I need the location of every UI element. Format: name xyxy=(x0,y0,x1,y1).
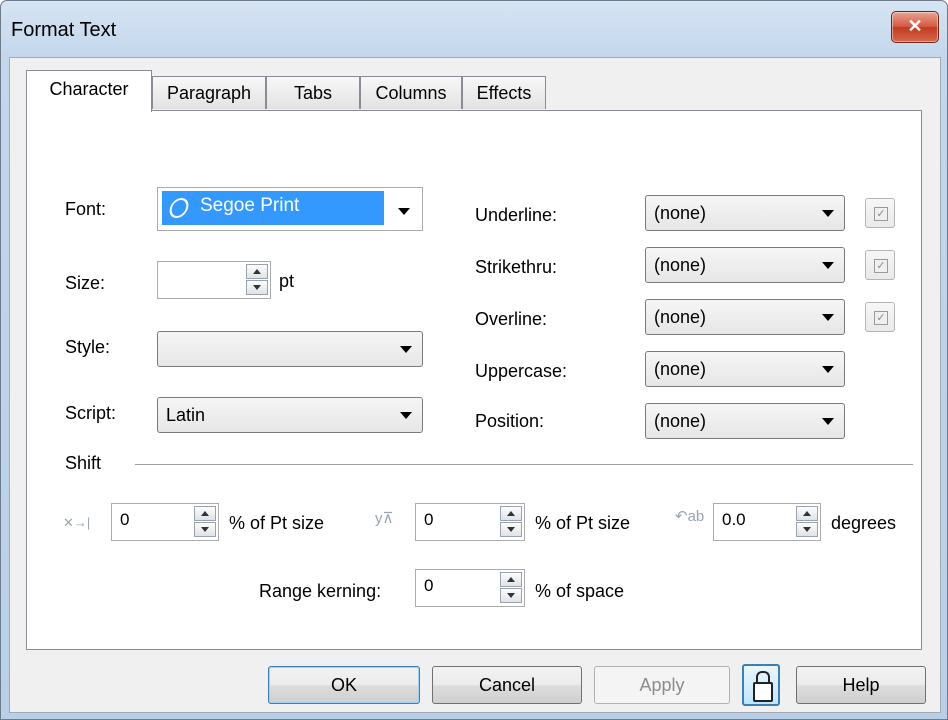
tab-effects[interactable]: Effects xyxy=(462,76,546,109)
style-label: Style: xyxy=(65,337,111,357)
apply-button[interactable]: Apply xyxy=(594,666,730,704)
rotation-stepper[interactable]: 0.0 xyxy=(713,503,821,541)
range-kerning-label: Range kerning: xyxy=(259,581,382,601)
strikethru-checkbox[interactable]: ✓ xyxy=(865,250,895,280)
range-kerning-unit: % of space xyxy=(535,581,625,601)
title-bar[interactable]: Format Text ✕ xyxy=(1,1,947,63)
shift-group-divider xyxy=(135,464,913,465)
position-select[interactable]: (none) xyxy=(645,403,845,439)
underline-checkbox[interactable]: ✓ xyxy=(865,198,895,228)
strikethru-label: Strikethru: xyxy=(475,257,558,277)
vertical-shift-unit: % of Pt size xyxy=(535,513,631,533)
overline-label: Overline: xyxy=(475,309,548,329)
uppercase-label: Uppercase: xyxy=(475,361,568,381)
ok-button[interactable]: OK xyxy=(268,666,420,704)
position-value: (none) xyxy=(654,411,707,431)
tab-label: Paragraph xyxy=(166,83,252,103)
check-icon: ✓ xyxy=(874,311,888,325)
size-unit: pt xyxy=(279,271,295,291)
tab-label: Effects xyxy=(476,83,532,103)
horizontal-shift-value: 0 xyxy=(120,510,130,529)
range-kerning-stepper[interactable]: 0 xyxy=(415,569,525,607)
spin-up-button[interactable] xyxy=(796,506,818,521)
script-value: Latin xyxy=(166,405,206,425)
vertical-shift-spin-buttons xyxy=(500,506,522,538)
chevron-down-icon xyxy=(822,314,834,321)
rotation-spin-buttons xyxy=(796,506,818,538)
range-kerning-spin-buttons xyxy=(500,572,522,604)
horizontal-shift-icon: ✕→| xyxy=(63,515,91,530)
check-icon: ✓ xyxy=(874,259,888,273)
position-label: Position: xyxy=(475,411,545,431)
font-selected-item[interactable]: Segoe Print xyxy=(162,191,384,225)
rotation-unit: degrees xyxy=(831,513,897,533)
spin-down-button[interactable] xyxy=(500,522,522,537)
chevron-down-icon[interactable] xyxy=(398,208,410,215)
script-label: Script: xyxy=(65,403,117,423)
lock-button[interactable] xyxy=(742,664,780,706)
rotation-icon: ↶ab xyxy=(675,508,705,525)
size-label: Size: xyxy=(65,273,106,293)
chevron-down-icon xyxy=(400,346,412,353)
dialog-body: Character Paragraph Tabs Columns Effects… xyxy=(9,57,941,713)
font-list[interactable]: Segoe Print xyxy=(157,187,423,231)
close-button[interactable]: ✕ xyxy=(891,11,939,43)
vertical-shift-value: 0 xyxy=(424,510,434,529)
overline-select[interactable]: (none) xyxy=(645,299,845,335)
check-icon: ✓ xyxy=(874,207,888,221)
horizontal-shift-stepper[interactable]: 0 xyxy=(111,503,219,541)
script-select[interactable]: Latin xyxy=(157,397,423,433)
tab-label: Character xyxy=(49,79,129,99)
close-icon: ✕ xyxy=(907,16,923,36)
spin-down-button[interactable] xyxy=(246,280,268,295)
chevron-down-icon xyxy=(822,262,834,269)
underline-select[interactable]: (none) xyxy=(645,195,845,231)
tab-tabs[interactable]: Tabs xyxy=(266,76,360,109)
vertical-shift-icon: y⊼ xyxy=(375,510,394,527)
underline-label: Underline: xyxy=(475,205,558,225)
spin-down-button[interactable] xyxy=(194,522,216,537)
chevron-down-icon xyxy=(400,412,412,419)
style-select[interactable] xyxy=(157,331,423,367)
spin-down-button[interactable] xyxy=(796,522,818,537)
tab-label: Tabs xyxy=(293,83,333,103)
uppercase-select[interactable]: (none) xyxy=(645,351,845,387)
dialog-title: Format Text xyxy=(11,19,117,41)
spin-up-button[interactable] xyxy=(246,264,268,279)
horizontal-shift-spin-buttons xyxy=(194,506,216,538)
shift-group-title: Shift xyxy=(65,453,102,473)
font-value: Segoe Print xyxy=(200,195,300,216)
help-button[interactable]: Help xyxy=(796,666,926,704)
spin-up-button[interactable] xyxy=(194,506,216,521)
size-spin-buttons xyxy=(246,264,268,296)
spin-down-button[interactable] xyxy=(500,588,522,603)
uppercase-value: (none) xyxy=(654,359,707,379)
lock-icon-body xyxy=(753,682,773,702)
spin-up-button[interactable] xyxy=(500,506,522,521)
font-label: Font: xyxy=(65,199,107,219)
underline-value: (none) xyxy=(654,203,707,223)
cancel-button[interactable]: Cancel xyxy=(432,666,582,704)
overline-checkbox[interactable]: ✓ xyxy=(865,302,895,332)
range-kerning-value: 0 xyxy=(424,576,434,595)
chevron-down-icon xyxy=(822,366,834,373)
vertical-shift-stepper[interactable]: 0 xyxy=(415,503,525,541)
chevron-down-icon xyxy=(822,418,834,425)
tab-columns[interactable]: Columns xyxy=(360,76,462,109)
strikethru-value: (none) xyxy=(654,255,707,275)
size-stepper[interactable] xyxy=(157,261,271,299)
tab-paragraph[interactable]: Paragraph xyxy=(152,76,266,109)
opentype-font-icon xyxy=(167,198,191,218)
tab-character[interactable]: Character xyxy=(26,70,152,112)
strikethru-select[interactable]: (none) xyxy=(645,247,845,283)
character-panel: Font: Segoe Print Size: pt Style: Script… xyxy=(26,110,922,650)
horizontal-shift-unit: % of Pt size xyxy=(229,513,325,533)
format-text-dialog: Format Text ✕ Character Paragraph Tabs C… xyxy=(0,0,948,720)
spin-up-button[interactable] xyxy=(500,572,522,587)
chevron-down-icon xyxy=(822,210,834,217)
tab-label: Columns xyxy=(375,83,447,103)
overline-value: (none) xyxy=(654,307,707,327)
rotation-value: 0.0 xyxy=(722,510,746,529)
